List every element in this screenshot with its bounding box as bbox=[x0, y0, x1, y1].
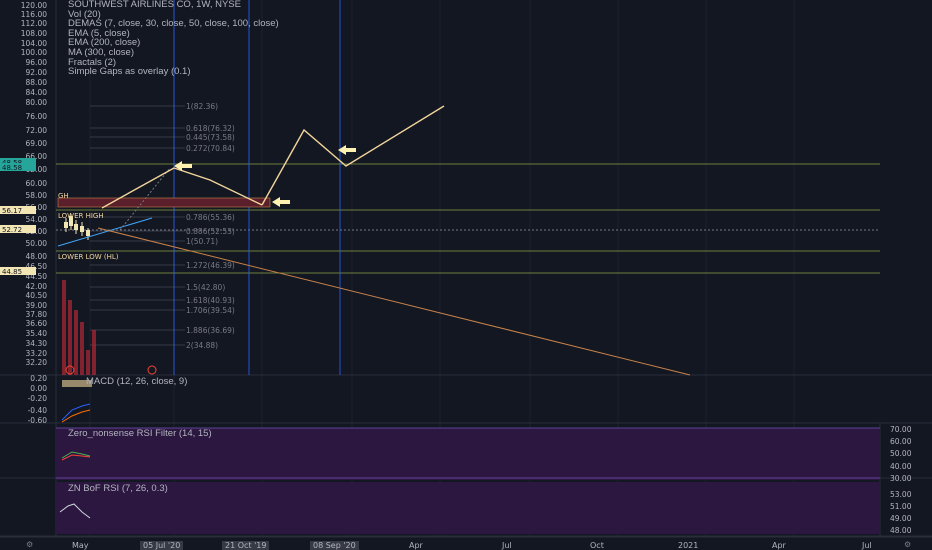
time-badge: 05 Jul '20 bbox=[140, 541, 184, 550]
lower-low-label: LOWER LOW (HL) bbox=[58, 253, 119, 261]
price-tick: 48.00 bbox=[26, 252, 48, 261]
volume-bar bbox=[68, 300, 72, 375]
rsi2-tick: 49.00 bbox=[890, 514, 912, 523]
candle-body bbox=[86, 230, 90, 236]
macd-tick: -0.60 bbox=[28, 416, 48, 425]
price-tick: 96.00 bbox=[26, 58, 48, 67]
time-label: Jul bbox=[862, 541, 872, 550]
price-tick: 76.00 bbox=[26, 112, 48, 121]
time-label: 2021 bbox=[678, 541, 699, 550]
gap-box bbox=[57, 197, 271, 208]
rsi-tick: 30.00 bbox=[890, 474, 912, 483]
volume-bar bbox=[86, 350, 90, 375]
gh-label: GH bbox=[58, 192, 69, 200]
price-tick: 50.00 bbox=[26, 239, 48, 248]
lower-high-label: LOWER HIGH bbox=[58, 212, 104, 220]
price-badge-text: 48.58 bbox=[2, 164, 22, 172]
chart-canvas[interactable]: 120.00116.00112.00108.00104.00100.0096.0… bbox=[0, 0, 932, 550]
price-tick: 58.00 bbox=[26, 191, 48, 200]
price-tick: 120.00 bbox=[21, 1, 47, 10]
legend-line: Simple Gaps as overlay (0.1) bbox=[68, 66, 191, 78]
rsi-tick: 50.00 bbox=[890, 449, 912, 458]
price-tick: 92.00 bbox=[26, 68, 48, 77]
candle-body bbox=[80, 226, 84, 232]
settings-icon[interactable]: ⚙ bbox=[904, 540, 911, 549]
rsi-filter-title: Zero_nonsense RSI Filter (14, 15) bbox=[68, 428, 212, 439]
macd-tick: -0.40 bbox=[28, 406, 48, 415]
rsi2-tick: 48.00 bbox=[890, 526, 912, 535]
macd-tick: -0.20 bbox=[28, 394, 48, 403]
price-tick: 60.00 bbox=[26, 179, 48, 188]
price-tick: 32.20 bbox=[26, 358, 48, 367]
price-tick: 108.00 bbox=[21, 29, 47, 38]
price-tick: 88.00 bbox=[26, 78, 48, 87]
rsi-tick: 60.00 bbox=[890, 437, 912, 446]
fib-label: 0.786(55.36) bbox=[186, 213, 235, 222]
price-tick: 36.60 bbox=[26, 319, 48, 328]
candle-body bbox=[74, 224, 78, 230]
price-tick: 33.20 bbox=[26, 349, 48, 358]
bof-rsi-title: ZN BoF RSI (7, 26, 0.3) bbox=[68, 483, 168, 494]
price-tick: 37.80 bbox=[26, 310, 48, 319]
price-tick: 34.30 bbox=[26, 339, 48, 348]
price-tick: 84.00 bbox=[26, 88, 48, 97]
price-tick: 54.00 bbox=[26, 215, 48, 224]
price-tick: 69.00 bbox=[26, 139, 48, 148]
rsi2-band bbox=[56, 482, 880, 534]
volume-bar bbox=[74, 310, 78, 375]
price-tick: 40.50 bbox=[26, 291, 48, 300]
fib-label: 0.272(70.84) bbox=[186, 144, 235, 153]
price-tick: 112.00 bbox=[21, 19, 47, 28]
time-label: May bbox=[72, 541, 89, 550]
time-label: Oct bbox=[590, 541, 604, 550]
macd-tick: 0.20 bbox=[30, 374, 47, 383]
macd-title: MACD (12, 26, close, 9) bbox=[86, 376, 188, 387]
fib-label: 1.618(40.93) bbox=[186, 296, 235, 305]
fib-label: 0.886(52.53) bbox=[186, 227, 235, 236]
fib-label: 1(82.36) bbox=[186, 102, 218, 111]
rsi-tick: 70.00 bbox=[890, 425, 912, 434]
volume-bar bbox=[80, 322, 84, 375]
macd-tick: 0.00 bbox=[30, 384, 47, 393]
price-tick: 100.00 bbox=[21, 48, 47, 57]
fib-label: 1.5(42.80) bbox=[186, 283, 225, 292]
fib-label: 1.886(36.69) bbox=[186, 326, 235, 335]
fib-label: 1.272(46.39) bbox=[186, 261, 235, 270]
fib-label: 0.445(73.58) bbox=[186, 133, 235, 142]
volume-bar bbox=[92, 330, 96, 375]
price-badge-text: 44.85 bbox=[2, 268, 22, 276]
time-label: Apr bbox=[409, 541, 423, 550]
fib-label: 1(50.71) bbox=[186, 237, 218, 246]
rsi2-tick: 51.00 bbox=[890, 502, 912, 511]
fib-label: 0.618(76.32) bbox=[186, 124, 235, 133]
chart-legend: SOUTHWEST AIRLINES CO, 1W, NYSE Vol (20)… bbox=[68, 0, 279, 77]
volume-bar bbox=[62, 280, 66, 375]
price-badge-text: 56.17 bbox=[2, 207, 22, 215]
candle-body bbox=[64, 222, 68, 228]
time-badge: 21 Oct '19 bbox=[222, 541, 270, 550]
rsi2-tick: 53.00 bbox=[890, 490, 912, 499]
price-tick: 104.00 bbox=[21, 39, 47, 48]
rsi-tick: 40.00 bbox=[890, 462, 912, 471]
time-badge: 08 Sep '20 bbox=[310, 541, 359, 550]
price-tick: 35.40 bbox=[26, 329, 48, 338]
price-tick: 72.00 bbox=[26, 126, 48, 135]
price-tick: 42.00 bbox=[26, 282, 48, 291]
price-tick: 116.00 bbox=[21, 10, 47, 19]
price-badge-text: 52.72 bbox=[2, 226, 22, 234]
price-tick: 80.00 bbox=[26, 98, 48, 107]
time-label: Jul bbox=[502, 541, 512, 550]
settings-icon[interactable]: ⚙ bbox=[26, 540, 33, 549]
price-tick: 39.00 bbox=[26, 301, 48, 310]
time-label: Apr bbox=[772, 541, 786, 550]
fib-label: 2(34.88) bbox=[186, 341, 218, 350]
fib-label: 1.706(39.54) bbox=[186, 306, 235, 315]
